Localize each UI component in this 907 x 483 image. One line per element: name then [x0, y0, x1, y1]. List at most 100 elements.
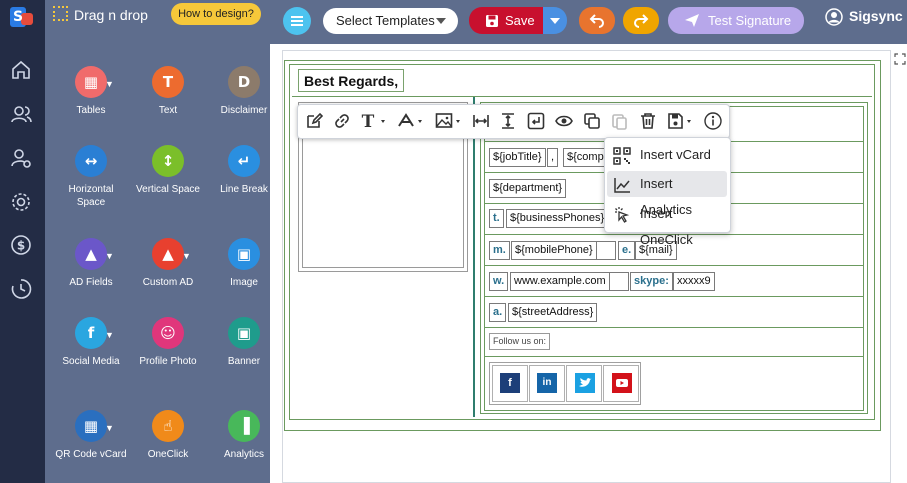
chevron-down-icon[interactable]: ▼	[105, 250, 114, 263]
line-break-icon[interactable]	[527, 112, 545, 130]
tool-image[interactable]: ▣ Image	[206, 238, 282, 289]
tool-custom-ad[interactable]: ▲ Custom AD ▼	[130, 238, 206, 289]
tool-disclaimer[interactable]: D Disclaimer	[206, 66, 282, 117]
job-title-field[interactable]: ${jobTitle}	[489, 148, 546, 167]
text-color-icon[interactable]	[397, 112, 427, 130]
custom-ad-icon: ▲	[152, 238, 184, 270]
tool-label: Banner	[227, 356, 261, 367]
text-icon: T	[152, 66, 184, 98]
save-block-icon[interactable]	[667, 112, 697, 130]
chevron-down-icon[interactable]: ▼	[105, 78, 114, 91]
tool-label: Vertical Space	[136, 184, 200, 195]
user-settings-icon[interactable]	[10, 147, 32, 169]
tool-label: Tables	[76, 105, 106, 116]
undo-button[interactable]	[579, 7, 615, 34]
follow-us-text[interactable]: Follow us on:	[489, 333, 551, 350]
tool-label: Horizontal Space	[68, 184, 114, 208]
tool-line-break[interactable]: ↵ Line Break	[206, 145, 282, 196]
select-templates-dropdown[interactable]: Select Templates	[323, 8, 458, 34]
facebook-icon[interactable]: f	[500, 373, 520, 393]
youtube-icon[interactable]	[612, 373, 632, 393]
save-button[interactable]: Save	[469, 7, 543, 34]
street-address-field[interactable]: ${streetAddress}	[508, 303, 598, 322]
gear-icon[interactable]	[10, 191, 32, 213]
billing-icon[interactable]: $	[10, 234, 32, 256]
insert-vcard-menu-item[interactable]: Insert vCard	[607, 142, 727, 168]
skype-field[interactable]: xxxxx9	[673, 272, 715, 291]
info-icon[interactable]	[704, 112, 722, 130]
left-rail: S $	[0, 0, 45, 483]
tool-label: Analytics	[223, 449, 264, 460]
copy-icon[interactable]	[583, 112, 601, 130]
tool-qr-code[interactable]: ▦ QR Code vCard ▼	[53, 410, 129, 461]
row-divider	[485, 296, 863, 297]
horizontal-space-icon[interactable]	[472, 112, 490, 130]
empty-field[interactable]	[596, 241, 616, 260]
tool-table[interactable]: ▦ Tables ▼	[53, 66, 129, 117]
phone-label[interactable]: t.	[489, 209, 504, 228]
email-label[interactable]: e.	[618, 241, 636, 260]
tool-banner[interactable]: ▣ Banner	[206, 317, 282, 368]
vertical-space-icon[interactable]	[499, 112, 517, 130]
trash-icon[interactable]	[639, 112, 657, 130]
mobile-phone-field[interactable]: ${mobilePhone}	[511, 241, 597, 260]
user-avatar-icon[interactable]	[825, 8, 843, 26]
tool-social-media[interactable]: f Social Media ▼	[53, 317, 129, 368]
company-field[interactable]: ${compa	[563, 148, 607, 167]
chevron-down-icon[interactable]: ▼	[105, 329, 114, 342]
edit-icon[interactable]	[305, 112, 323, 130]
tool-text[interactable]: T Text	[130, 66, 206, 117]
qr-code-icon	[613, 147, 631, 165]
palette-title: Drag n drop	[74, 7, 148, 23]
save-options-dropdown[interactable]	[543, 7, 567, 34]
tool-label: QR Code vCard	[55, 449, 127, 460]
greeting-text[interactable]: Best Regards,	[298, 69, 405, 92]
business-phones-field[interactable]: ${businessPhones}	[506, 209, 609, 228]
chevron-down-icon[interactable]: ▼	[105, 422, 114, 435]
chevron-down-icon	[550, 18, 560, 24]
eye-icon[interactable]	[555, 112, 573, 130]
image-icon: ▣	[228, 238, 260, 270]
tool-oneclick[interactable]: ☝ OneClick	[130, 410, 206, 461]
test-signature-button[interactable]: Test Signature	[668, 7, 804, 34]
cursor-click-icon	[615, 207, 630, 223]
send-icon	[685, 14, 699, 27]
menu-icon[interactable]	[283, 7, 311, 35]
users-icon[interactable]	[10, 103, 32, 125]
tool-ad-fields[interactable]: ▲ AD Fields ▼	[53, 238, 129, 289]
how-to-design-button[interactable]: How to design?	[171, 3, 261, 25]
font-icon[interactable]: T	[360, 112, 390, 130]
link-icon[interactable]	[333, 112, 351, 130]
skype-label[interactable]: skype:	[630, 272, 673, 291]
expand-icon[interactable]	[894, 53, 906, 65]
address-label[interactable]: a.	[489, 303, 507, 322]
svg-text:T: T	[362, 112, 375, 130]
web-label[interactable]: w.	[489, 272, 509, 291]
redo-button[interactable]	[623, 7, 659, 34]
comma-field[interactable]: ,	[547, 148, 559, 167]
insert-analytics-menu-item[interactable]: Insert Analytics	[607, 171, 727, 217]
website-field[interactable]: www.example.com	[510, 272, 610, 291]
insert-oneclick-menu-item[interactable]: Insert OneClick	[607, 201, 727, 247]
banner-icon: ▣	[228, 317, 260, 349]
image-icon[interactable]	[435, 112, 465, 130]
tool-label: Image	[230, 277, 258, 288]
tool-label: Profile Photo	[139, 356, 197, 367]
department-field[interactable]: ${department}	[489, 179, 567, 198]
twitter-icon[interactable]	[575, 373, 595, 393]
tool-label: Social Media	[62, 356, 120, 367]
tool-horizontal-space[interactable]: ↔ Horizontal Space	[53, 145, 129, 209]
empty-field[interactable]	[609, 272, 629, 291]
tool-vertical-space[interactable]: ↕ Vertical Space	[130, 145, 206, 196]
paste-icon	[612, 114, 627, 130]
tool-analytics[interactable]: ▐ Analytics	[206, 410, 282, 461]
select-templates-label: Select Templates	[336, 13, 435, 28]
tool-profile-photo[interactable]: ☺ Profile Photo	[130, 317, 206, 368]
test-signature-label: Test Signature	[708, 13, 792, 28]
mobile-label[interactable]: m.	[489, 241, 510, 260]
history-icon[interactable]	[10, 278, 32, 300]
chevron-down-icon[interactable]: ▼	[182, 250, 191, 263]
row-divider	[485, 265, 863, 266]
linkedin-icon[interactable]: in	[537, 373, 557, 393]
home-icon[interactable]	[10, 59, 32, 81]
